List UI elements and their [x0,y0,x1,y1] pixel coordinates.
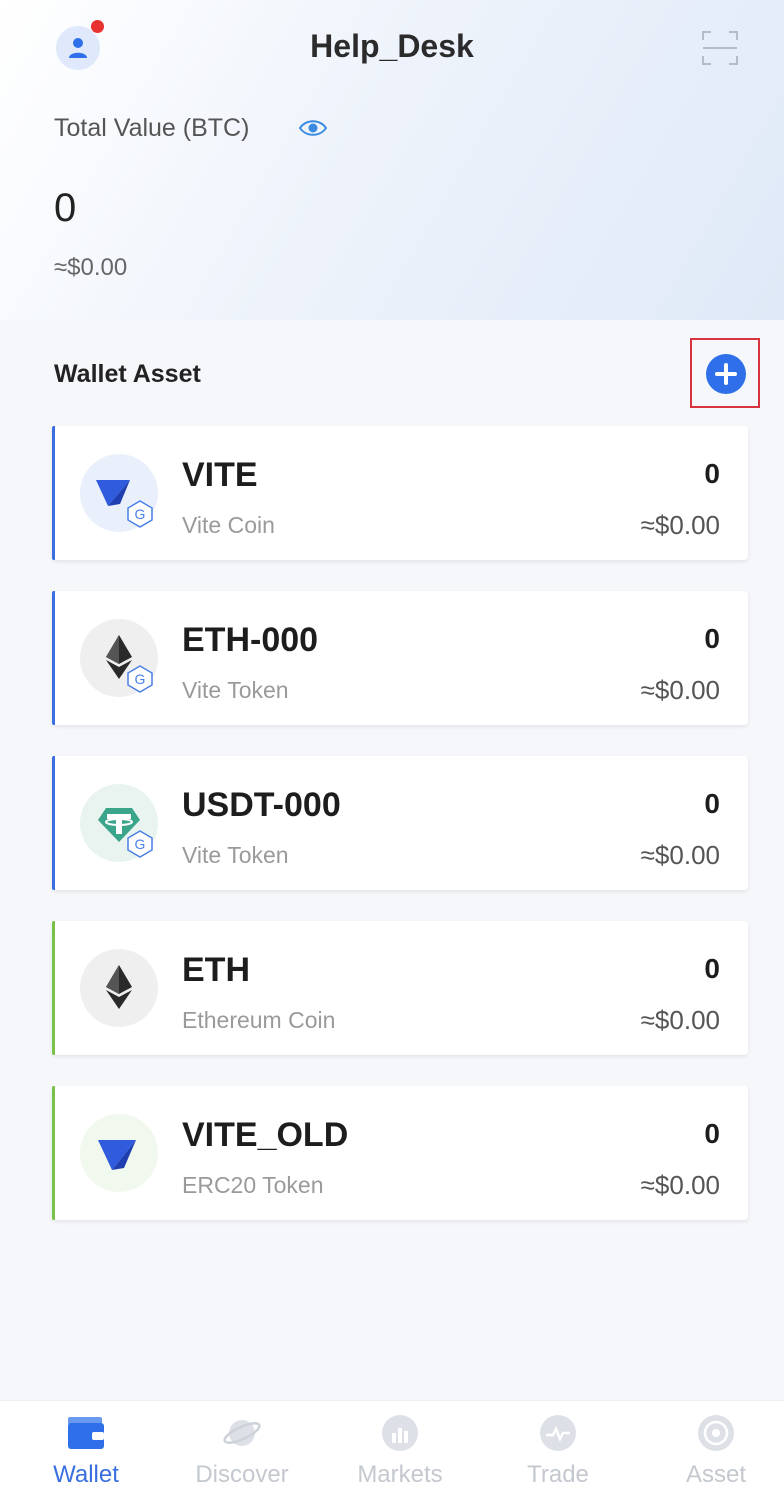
total-value-btc: 0 [54,186,77,230]
asset-symbol: VITE_OLD [182,1116,349,1154]
vite-logo [98,1140,136,1170]
asset-usd-value: ≈$0.00 [640,1005,720,1035]
asset-amount: 0 [704,953,720,984]
asset-card-usdt-000[interactable]: G USDT-000 Vite Token 0 ≈$0.00 [52,756,748,890]
tab-markets[interactable]: Markets [330,1401,470,1490]
asset-name: Vite Coin [182,512,275,538]
asset-symbol: USDT-000 [182,786,341,824]
tab-asset[interactable]: Asset [646,1401,784,1490]
card-accent-bar [52,1086,55,1220]
asset-name: Vite Token [182,677,289,703]
card-accent-bar [52,921,55,1055]
trade-icon [540,1415,576,1451]
chart-icon [382,1415,418,1451]
asset-usd-value: ≈$0.00 [640,1170,720,1200]
asset-usd-value: ≈$0.00 [640,510,720,540]
tab-trade[interactable]: Trade [488,1401,628,1490]
eye-icon[interactable] [298,116,328,140]
asset-usd-value: ≈$0.00 [640,840,720,870]
asset-amount: 0 [704,1118,720,1149]
badge-letter: G [135,506,146,522]
tab-discover[interactable]: Discover [172,1401,312,1490]
vite-coin-icon [80,1114,158,1192]
app-header: Help_Desk [0,0,784,100]
asset-card-vite[interactable]: G VITE Vite Coin 0 ≈$0.00 [52,426,748,560]
ethereum-icon [80,949,158,1027]
tab-label: Asset [685,1461,747,1488]
asset-name: ERC20 Token [182,1172,324,1198]
tether-icon: G [80,784,158,862]
total-value-usd: ≈$0.00 [54,254,128,281]
tab-label: Wallet [53,1461,119,1488]
asset-name: Vite Token [182,842,289,868]
tab-label: Trade [527,1461,589,1488]
badge-letter: G [135,671,146,687]
card-accent-bar [52,426,55,560]
asset-icon [698,1415,734,1451]
wallet-screen: Help_Desk Total Value (BTC) 0 ≈$0.00 Wal… [0,0,784,1490]
asset-symbol: ETH-000 [182,621,319,659]
asset-amount: 0 [704,788,720,819]
asset-card-eth[interactable]: ETH Ethereum Coin 0 ≈$0.00 [52,921,748,1055]
card-accent-bar [52,756,55,890]
scan-icon[interactable] [700,28,740,68]
asset-usd-value: ≈$0.00 [640,675,720,705]
asset-name: Ethereum Coin [182,1007,336,1033]
bottom-tab-bar: Wallet Discover Markets Trade Asset [0,1400,784,1490]
gateway-badge-icon: G [127,500,153,528]
wallet-asset-heading: Wallet Asset [54,360,201,388]
tab-label: Discover [195,1461,289,1488]
gateway-badge-icon: G [127,830,153,858]
wallet-icon [68,1417,104,1449]
eth-logo [106,965,132,1009]
asset-amount: 0 [704,623,720,654]
asset-symbol: ETH [182,951,250,989]
asset-card-eth-000[interactable]: G ETH-000 Vite Token 0 ≈$0.00 [52,591,748,725]
gateway-badge-icon: G [127,665,153,693]
asset-symbol: VITE [182,456,258,494]
asset-card-vite-old[interactable]: VITE_OLD ERC20 Token 0 ≈$0.00 [52,1086,748,1220]
page-title: Help_Desk [310,28,474,64]
planet-icon [223,1420,261,1446]
add-asset-button[interactable] [690,338,760,408]
tab-label: Markets [357,1461,443,1488]
card-accent-bar [52,591,55,725]
vite-coin-icon: G [80,454,158,532]
badge-letter: G [135,836,146,852]
ethereum-icon: G [80,619,158,697]
total-value-label: Total Value (BTC) [54,114,250,142]
tab-wallet[interactable]: Wallet [16,1401,156,1490]
asset-amount: 0 [704,458,720,489]
plus-circle-icon[interactable] [706,354,746,394]
